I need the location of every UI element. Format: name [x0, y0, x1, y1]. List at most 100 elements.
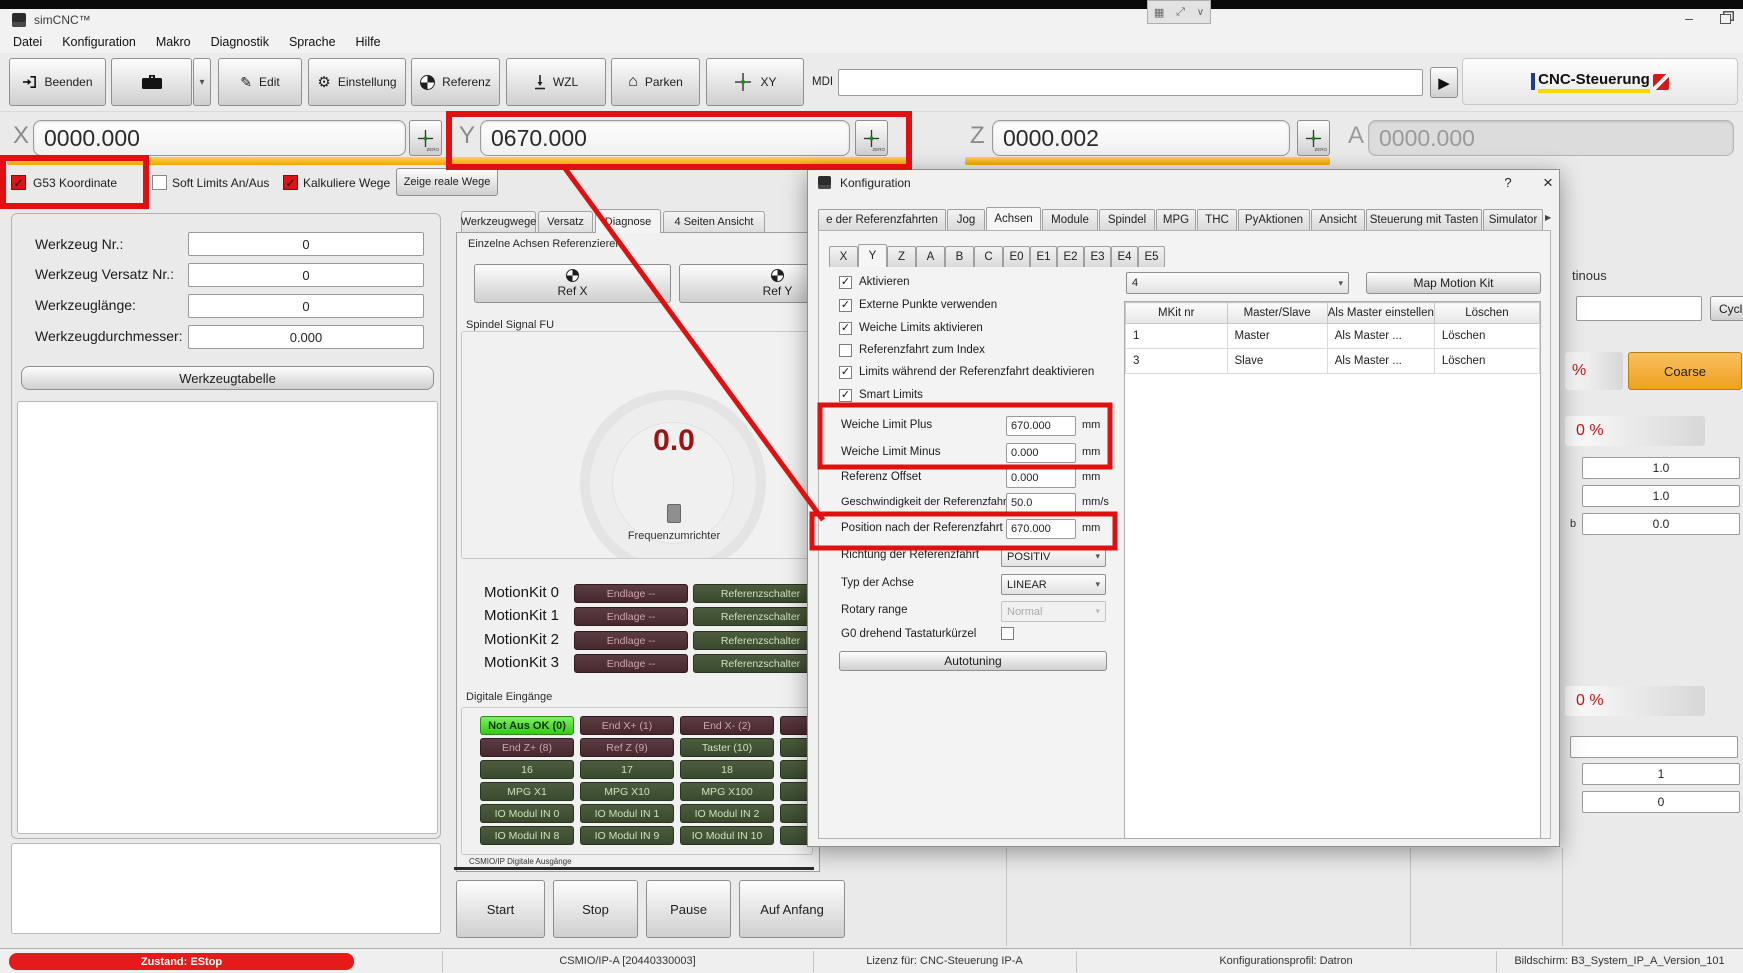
axis-tab-e5[interactable]: E5	[1138, 246, 1165, 267]
dialog-tab-mpg[interactable]: MPG	[1156, 209, 1196, 230]
input-mpg-x10[interactable]: MPG X10	[580, 782, 674, 801]
dialog-tab-module[interactable]: Module	[1042, 209, 1098, 230]
motionkit-1-endlage[interactable]: Endlage --	[574, 607, 688, 626]
input-end-x-minus[interactable]: End X- (2)	[680, 716, 774, 735]
axis-tab-e2[interactable]: E2	[1057, 246, 1084, 267]
zero-xy-button[interactable]: XY	[706, 58, 804, 106]
input-mpg-x100[interactable]: MPG X100	[680, 782, 774, 801]
menu-konfiguration[interactable]: Konfiguration	[53, 35, 145, 49]
dialog-tab-jog[interactable]: Jog	[947, 209, 985, 230]
tab-versatz[interactable]: Versatz	[538, 211, 593, 232]
weiche-limit-plus-input[interactable]	[1006, 416, 1076, 436]
input-not-aus[interactable]: Not Aus OK (0)	[480, 716, 574, 735]
axis-tab-e1[interactable]: E1	[1030, 246, 1057, 267]
tool-length-input[interactable]	[188, 294, 424, 318]
tab-werkzeugwege[interactable]: Werkzeugwege	[461, 211, 536, 232]
jog-value-3[interactable]	[1582, 513, 1740, 535]
wzl-button[interactable]: WZL	[506, 58, 606, 106]
expand-icon[interactable]: ⤢	[1176, 6, 1185, 19]
externe-punkte-checkbox[interactable]: ✓	[839, 299, 852, 312]
kalkuliere-checkbox[interactable]: ✓	[283, 175, 298, 190]
stop-button[interactable]: Stop	[553, 880, 638, 938]
input-18[interactable]: 18	[680, 760, 774, 779]
mkit-number-select[interactable]: 4▾	[1126, 272, 1349, 294]
menu-makro[interactable]: Makro	[147, 35, 200, 49]
axis-tab-z[interactable]: Z	[887, 246, 916, 267]
dialog-tab-steuerung[interactable]: Steuerung mit Tasten	[1366, 209, 1482, 230]
mdi-run-button[interactable]: ▶	[1430, 67, 1458, 98]
motionkit-2-endlage[interactable]: Endlage --	[574, 631, 688, 650]
start-button[interactable]: Start	[456, 880, 545, 938]
axis-tab-b[interactable]: B	[945, 246, 974, 267]
axis-tab-y[interactable]: Y	[858, 244, 887, 267]
chevron-down-icon[interactable]: ∨	[1197, 7, 1204, 18]
empty-field[interactable]	[1570, 736, 1738, 758]
input-io-in0[interactable]: IO Modul IN 0	[480, 804, 574, 823]
tool-nr-input[interactable]	[188, 232, 424, 256]
zero-y-button[interactable]: ZERO	[855, 120, 888, 156]
dialog-tab-referenzfahrten[interactable]: e der Referenzfahrten	[818, 209, 946, 230]
zeige-reale-wege-button[interactable]: Zeige reale Wege	[396, 168, 498, 196]
autotuning-button[interactable]: Autotuning	[839, 651, 1107, 671]
soft-limits-checkbox[interactable]: ✓	[152, 175, 167, 190]
als-master-button[interactable]: Als Master ...	[1327, 324, 1434, 349]
loeschen-button[interactable]: Löschen	[1434, 349, 1539, 374]
axis-tab-e0[interactable]: E0	[1003, 246, 1030, 267]
dialog-tab-achsen[interactable]: Achsen	[986, 207, 1041, 230]
input-16[interactable]: 16	[480, 760, 574, 779]
referenz-button[interactable]: Referenz	[411, 58, 500, 106]
input-io-in9[interactable]: IO Modul IN 9	[580, 826, 674, 845]
jog-value-1[interactable]	[1582, 457, 1740, 479]
count-field-1[interactable]	[1582, 763, 1740, 785]
rotary-range-select[interactable]: Normal▾	[1001, 601, 1106, 622]
tab-4-seiten-ansicht[interactable]: 4 Seiten Ansicht	[663, 211, 765, 232]
axis-tab-c[interactable]: C	[974, 246, 1003, 267]
richtung-select[interactable]: POSITIV▾	[1001, 546, 1106, 567]
open-file-dropdown-button[interactable]: ▾	[193, 58, 211, 106]
zero-x-button[interactable]: ZERO	[409, 120, 442, 156]
beenden-button[interactable]: Beenden	[9, 58, 106, 106]
coarse-button[interactable]: Coarse	[1628, 352, 1742, 390]
input-17[interactable]: 17	[580, 760, 674, 779]
dialog-tab-ansicht[interactable]: Ansicht	[1311, 209, 1365, 230]
ref-x-button[interactable]: Ref X	[474, 264, 671, 303]
spindle-slider-handle[interactable]	[667, 504, 681, 523]
limits-deaktivieren-checkbox[interactable]: ✓	[839, 366, 852, 379]
axis-tab-e3[interactable]: E3	[1084, 246, 1111, 267]
dialog-tab-spindel[interactable]: Spindel	[1099, 209, 1155, 230]
dialog-help-button[interactable]: ?	[1498, 175, 1518, 190]
input-ref-z[interactable]: Ref Z (9)	[580, 738, 674, 757]
g53-checkbox[interactable]: ✓	[11, 175, 26, 190]
axis-tab-e4[interactable]: E4	[1111, 246, 1138, 267]
typ-achse-select[interactable]: LINEAR▾	[1001, 574, 1106, 595]
grid-icon[interactable]: ▦	[1154, 6, 1164, 19]
tab-diagnose[interactable]: Diagnose	[595, 209, 661, 233]
axis-tab-x[interactable]: X	[829, 246, 858, 267]
input-mpg-x1[interactable]: MPG X1	[480, 782, 574, 801]
open-file-button[interactable]	[111, 58, 192, 106]
referenzfahrt-index-checkbox[interactable]: ✓	[839, 344, 852, 357]
motionkit-0-endlage[interactable]: Endlage --	[574, 584, 688, 603]
edit-button[interactable]: ✎ Edit	[218, 58, 302, 106]
smart-limits-checkbox[interactable]: ✓	[839, 389, 852, 402]
motionkit-3-endlage[interactable]: Endlage --	[574, 654, 688, 673]
position-nach-input[interactable]	[1006, 519, 1076, 539]
einstellung-button[interactable]: ⚙ Einstellung	[308, 58, 406, 106]
auf-anfang-button[interactable]: Auf Anfang	[739, 880, 845, 938]
dialog-tab-thc[interactable]: THC	[1197, 209, 1237, 230]
minimize-button[interactable]: –	[1676, 10, 1702, 28]
input-taster[interactable]: Taster (10)	[680, 738, 774, 757]
weiche-limit-minus-input[interactable]	[1006, 443, 1076, 463]
werkzeugtabelle-button[interactable]: Werkzeugtabelle	[21, 366, 434, 390]
input-end-x-plus[interactable]: End X+ (1)	[580, 716, 674, 735]
aktivieren-checkbox[interactable]: ✓	[839, 276, 852, 289]
table-row[interactable]: 1 Master Als Master ... Löschen	[1126, 324, 1540, 349]
jog-value-2[interactable]	[1582, 485, 1740, 507]
als-master-button[interactable]: Als Master ...	[1327, 349, 1434, 374]
input-io-in2[interactable]: IO Modul IN 2	[680, 804, 774, 823]
axis-tab-a[interactable]: A	[916, 246, 945, 267]
input-io-in10[interactable]: IO Modul IN 10	[680, 826, 774, 845]
count-field-2[interactable]	[1582, 791, 1740, 813]
g0-tastaturkuerzel-field[interactable]	[1001, 627, 1014, 640]
menu-sprache[interactable]: Sprache	[280, 35, 345, 49]
